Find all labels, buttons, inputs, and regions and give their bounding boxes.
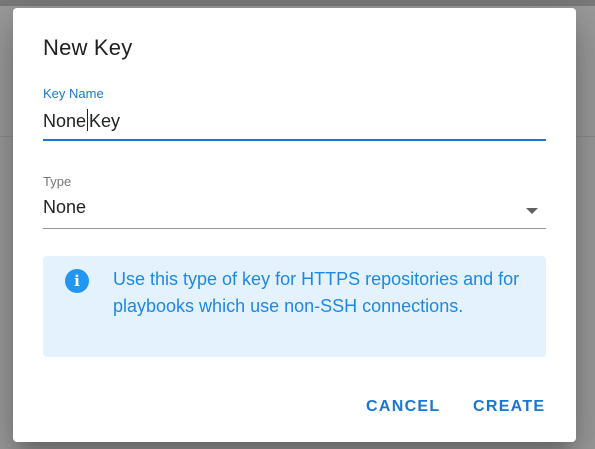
info-icon: i [65, 269, 89, 293]
cancel-button[interactable]: CANCEL [366, 398, 440, 416]
key-name-underline [43, 139, 546, 141]
type-selected-value[interactable]: None [43, 197, 86, 218]
chevron-down-icon[interactable] [526, 208, 538, 214]
backdrop-header [0, 0, 595, 6]
dialog-title: New Key [43, 35, 133, 60]
info-alert: i Use this type of key for HTTPS reposit… [43, 256, 546, 357]
key-name-field[interactable]: Key Name None Key [43, 86, 546, 142]
new-key-dialog: New Key Key Name None Key Type None i Use… [13, 8, 576, 442]
create-button[interactable]: CREATE [473, 398, 545, 416]
type-select[interactable]: Type None [43, 174, 546, 230]
type-label: Type [43, 174, 72, 189]
key-name-value-start: None [43, 111, 87, 131]
key-name-label: Key Name [43, 86, 104, 101]
info-alert-text: Use this type of key for HTTPS repositor… [113, 269, 520, 316]
text-caret [87, 109, 89, 131]
key-name-value-end: Key [89, 111, 121, 131]
type-underline [43, 228, 546, 229]
key-name-input[interactable]: None Key [43, 109, 120, 132]
